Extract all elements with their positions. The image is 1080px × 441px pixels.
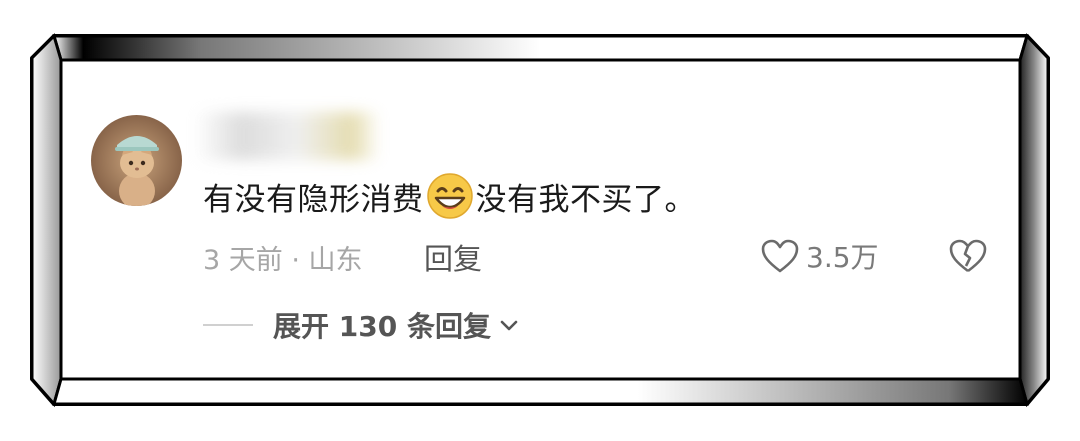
username-redacted (195, 112, 380, 160)
chevron-down-icon (500, 320, 518, 331)
like-button[interactable]: 3.5万 (760, 236, 879, 276)
reply-button[interactable]: 回复 (424, 238, 482, 276)
heart-icon (761, 239, 799, 273)
comment-body: 有没有隐形消费 没有我不买了。 (203, 172, 696, 220)
dislike-button[interactable] (948, 236, 988, 276)
expand-replies-label: 展开 130 条回复 (273, 310, 491, 343)
comment-card-frame (30, 33, 1050, 408)
comment-text-part2: 没有我不买了。 (475, 181, 696, 218)
divider-line (203, 324, 253, 326)
like-count: 3.5万 (806, 241, 879, 274)
comment-text-part1: 有没有隐形消费 (203, 181, 424, 218)
expand-replies-button[interactable]: 展开 130 条回复 (203, 305, 519, 345)
grinning-face-emoji-icon (426, 172, 474, 220)
broken-heart-icon (949, 239, 987, 273)
user-avatar[interactable] (91, 115, 182, 206)
comment-time-location: 3 天前 · 山东 (203, 244, 363, 276)
